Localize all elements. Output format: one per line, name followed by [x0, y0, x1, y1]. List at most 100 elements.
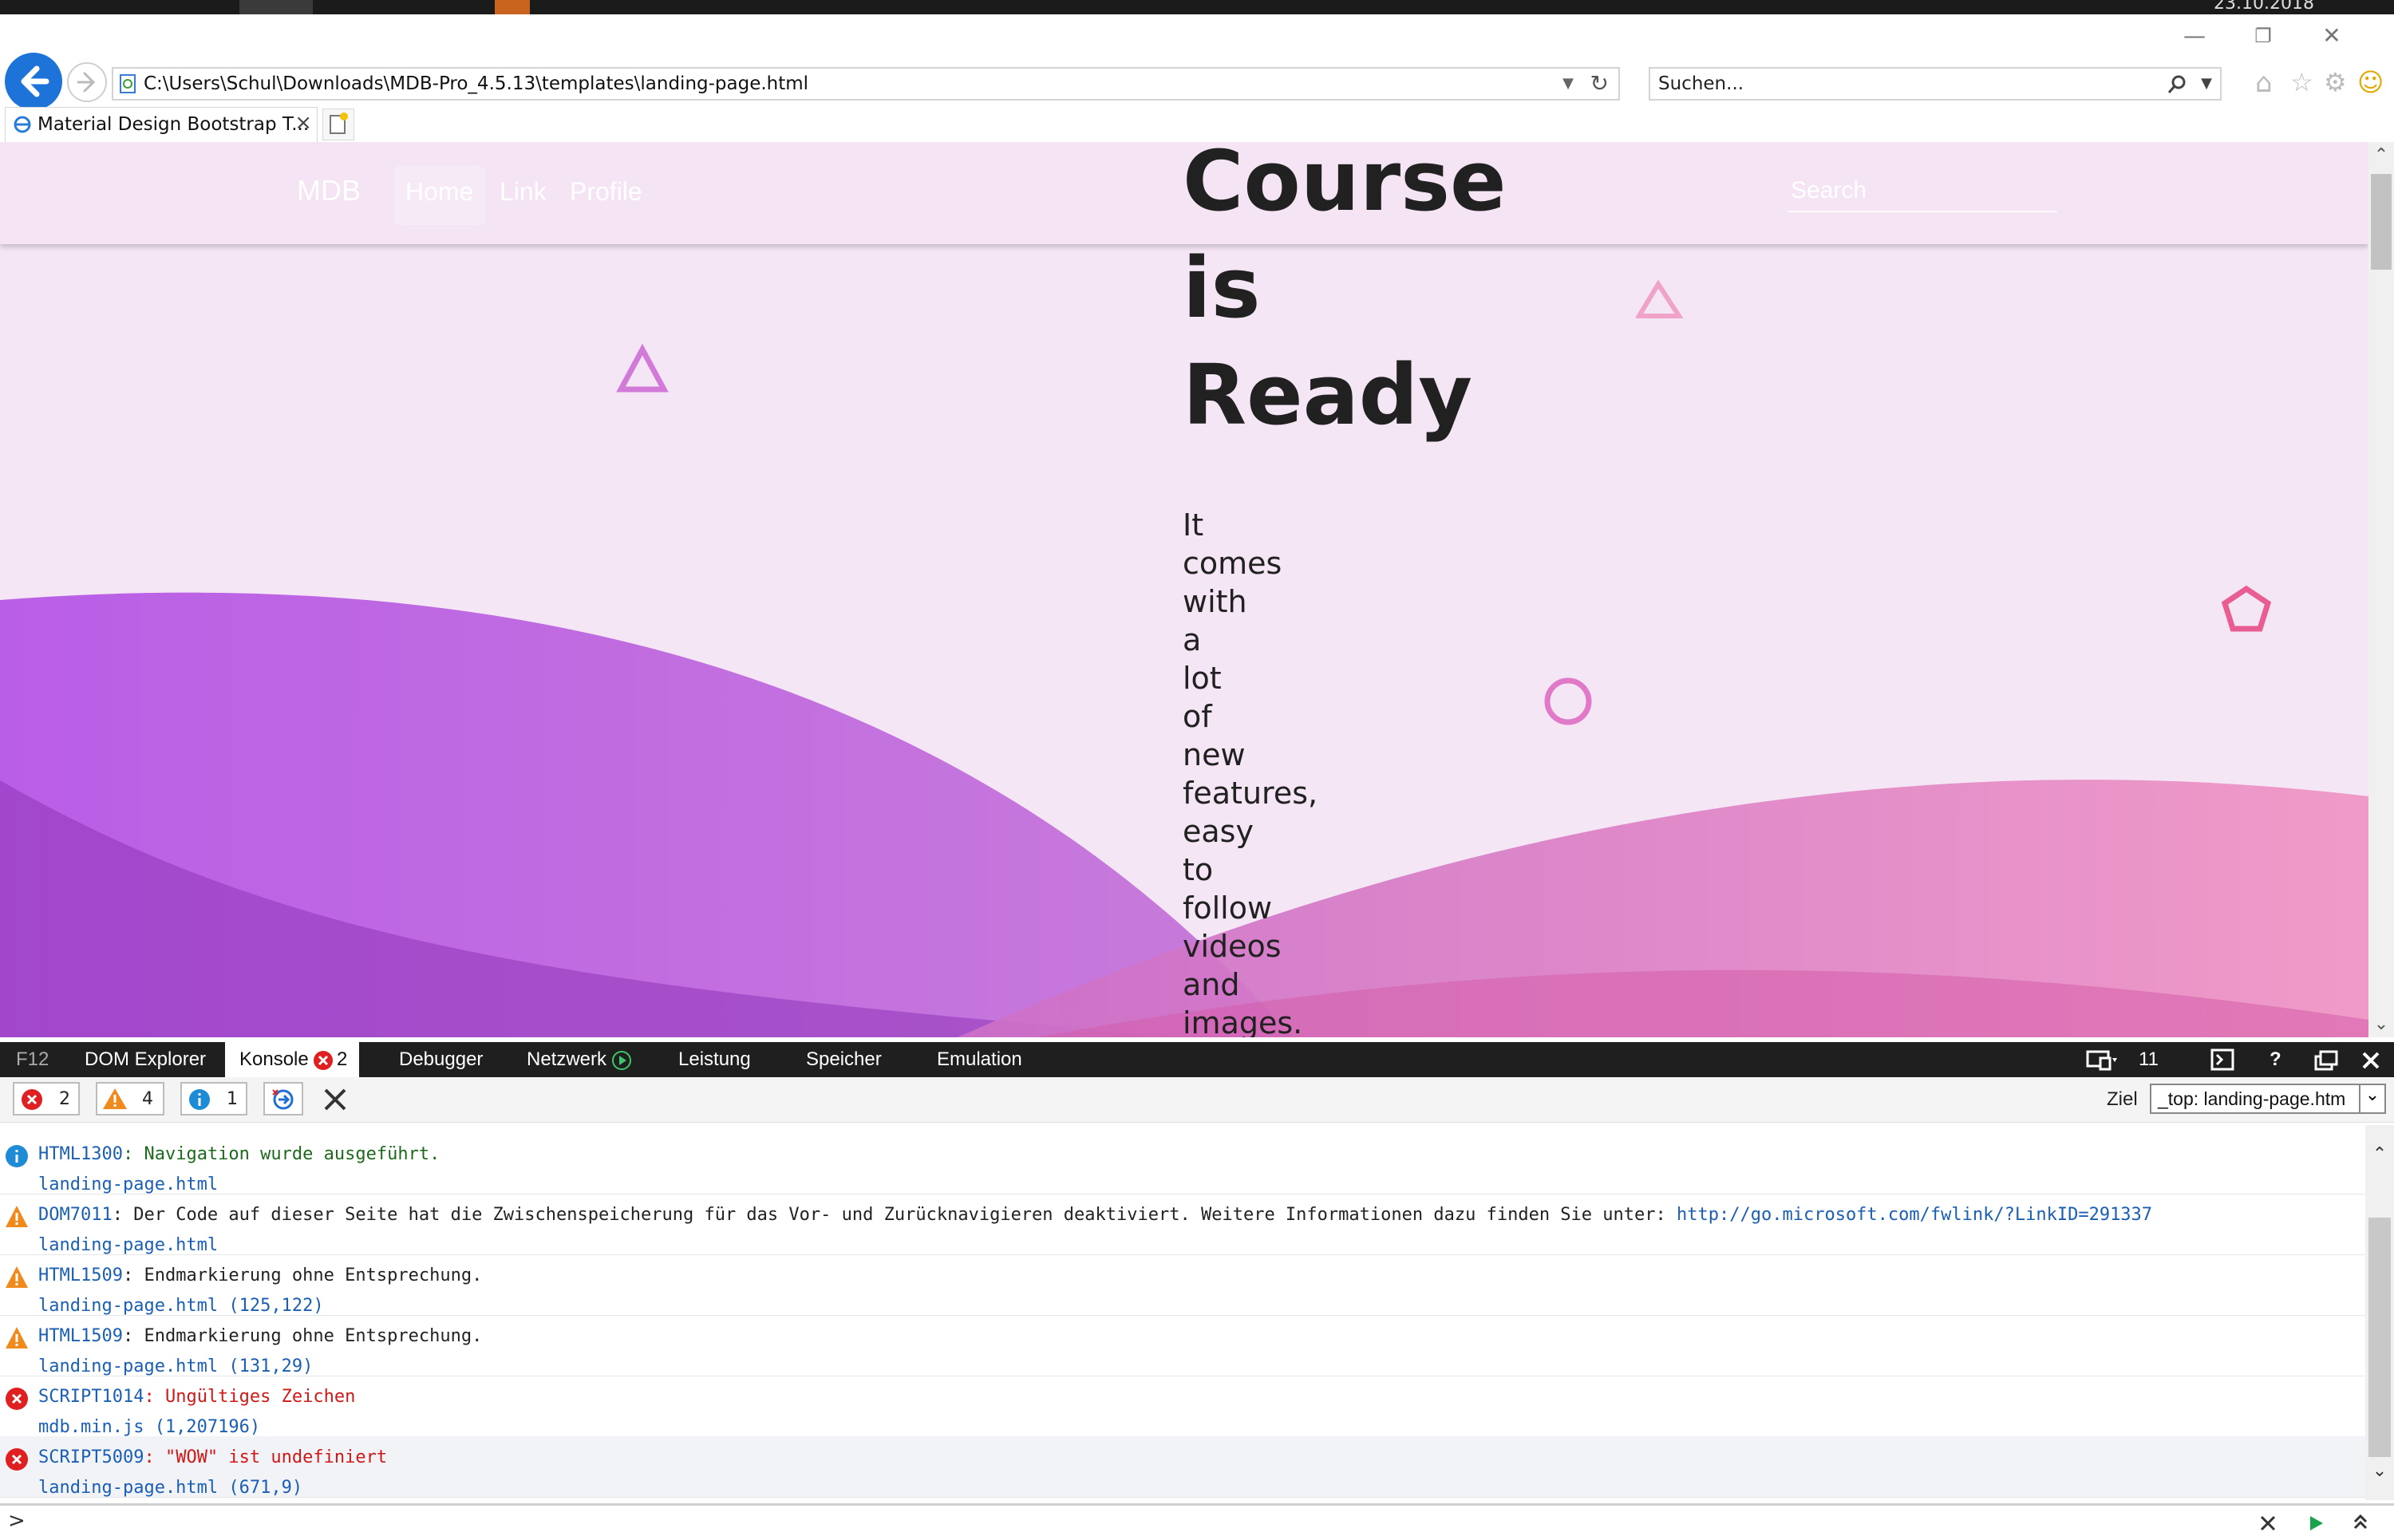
- console-scrollbar[interactable]: ⌃ ⌄: [2365, 1125, 2394, 1500]
- expand-input-icon[interactable]: [2351, 1512, 2370, 1533]
- filter-errors-button[interactable]: 2: [13, 1082, 80, 1116]
- nav-link-link[interactable]: Link: [500, 177, 547, 207]
- info-icon: [189, 1089, 210, 1110]
- tab-console-label: Konsole: [239, 1048, 309, 1070]
- help-icon[interactable]: ?: [2270, 1048, 2281, 1071]
- warning-count: 4: [142, 1089, 153, 1109]
- tab-console[interactable]: Konsole 2: [225, 1042, 359, 1077]
- arrow-left-icon: [21, 65, 49, 97]
- error-icon: [314, 1051, 333, 1070]
- address-bar[interactable]: C:\Users\Schul\Downloads\MDB-Pro_4.5.13\…: [112, 67, 1620, 101]
- forward-button[interactable]: [67, 62, 107, 102]
- target-label: Ziel: [2107, 1088, 2138, 1110]
- hero-word: a: [1183, 622, 1202, 657]
- clear-console-icon[interactable]: [322, 1087, 348, 1112]
- scroll-down-icon[interactable]: ⌄: [2368, 1014, 2394, 1034]
- address-dropdown-icon[interactable]: ▼: [1562, 75, 1574, 92]
- entry-code: HTML1509: [38, 1326, 123, 1346]
- arrow-right-icon: [77, 72, 96, 93]
- new-tab-button[interactable]: [322, 109, 354, 140]
- hero-word: videos: [1183, 929, 1282, 964]
- scroll-up-icon[interactable]: ⌃: [2368, 145, 2394, 165]
- target-select[interactable]: _top: landing-page.htm ⌄: [2150, 1084, 2386, 1114]
- page-scroll-thumb[interactable]: [2371, 174, 2392, 270]
- tab-dom-explorer[interactable]: DOM Explorer: [85, 1048, 206, 1071]
- hero-word: images.: [1183, 1005, 1303, 1037]
- hero-word: comes: [1183, 546, 1282, 581]
- search-dropdown-icon[interactable]: ▼: [2201, 75, 2212, 92]
- refresh-icon[interactable]: ↻: [1590, 70, 1609, 97]
- tab-debugger[interactable]: Debugger: [399, 1048, 483, 1071]
- network-record-icon[interactable]: [611, 1050, 632, 1071]
- console-prompt: >: [8, 1509, 26, 1533]
- close-devtools-icon[interactable]: [2360, 1050, 2381, 1071]
- navbar-search-input[interactable]: Search: [1788, 176, 2057, 212]
- console-output: HTML1300: Navigation wurde ausgeführt. l…: [0, 1125, 2365, 1500]
- page-icon: [120, 74, 136, 93]
- navbar-brand[interactable]: MDB: [297, 174, 361, 207]
- entry-code: DOM7011: [38, 1205, 113, 1225]
- address-text: C:\Users\Schul\Downloads\MDB-Pro_4.5.13\…: [144, 73, 809, 94]
- home-icon[interactable]: ⌂: [2255, 67, 2273, 99]
- minimize-icon[interactable]: —: [2171, 18, 2218, 54]
- console-toggle-icon[interactable]: [2210, 1048, 2234, 1071]
- filter-info-button[interactable]: 1: [180, 1082, 247, 1116]
- console-input-bar[interactable]: >: [0, 1503, 2394, 1540]
- entry-source-link[interactable]: landing-page.html (131,29): [38, 1356, 313, 1376]
- favorites-icon[interactable]: ☆: [2290, 67, 2313, 97]
- close-window-icon[interactable]: ✕: [2308, 18, 2356, 54]
- clear-input-icon[interactable]: [2258, 1514, 2277, 1533]
- tab-performance[interactable]: Leistung: [678, 1048, 751, 1071]
- entry-source-link[interactable]: mdb.min.js (1,207196): [38, 1417, 260, 1437]
- console-scroll-thumb[interactable]: [2368, 1218, 2391, 1457]
- entry-message: "WOW" ist undefiniert: [164, 1447, 388, 1467]
- scroll-up-icon[interactable]: ⌃: [2365, 1144, 2394, 1164]
- taskbar-clock: 23.10.2018: [2214, 0, 2314, 14]
- browser-tab[interactable]: Material Design Bootstrap T... ×: [5, 107, 318, 142]
- entry-source-link[interactable]: landing-page.html: [38, 1235, 218, 1255]
- restore-icon[interactable]: ❐: [2239, 18, 2287, 54]
- tab-network[interactable]: Netzwerk: [527, 1048, 606, 1071]
- search-icon[interactable]: [2166, 73, 2188, 96]
- nav-link-home[interactable]: Home: [405, 177, 473, 207]
- run-icon[interactable]: [2306, 1514, 2325, 1533]
- document-mode-number: 11: [2139, 1048, 2159, 1070]
- circle-shape: [1544, 677, 1592, 725]
- target-value: _top: landing-page.htm: [2158, 1088, 2346, 1109]
- hero-word: follow: [1183, 890, 1273, 926]
- entry-source-link[interactable]: landing-page.html (671,9): [38, 1478, 302, 1498]
- warning-icon: [103, 1088, 127, 1109]
- console-error-count: 2: [337, 1048, 348, 1070]
- chevron-down-icon[interactable]: ⌄: [2359, 1085, 2384, 1112]
- console-entry: SCRIPT1014: Ungültiges Zeichen mdb.min.j…: [0, 1376, 2365, 1437]
- scroll-down-icon[interactable]: ⌄: [2365, 1461, 2394, 1481]
- gear-icon[interactable]: ⚙: [2324, 67, 2347, 97]
- entry-source-link[interactable]: landing-page.html: [38, 1175, 218, 1194]
- hero-title-line: Ready: [1183, 346, 1473, 444]
- back-button[interactable]: [5, 53, 62, 110]
- triangle-shape: [616, 343, 669, 393]
- page-scrollbar[interactable]: ⌃ ⌄: [2368, 142, 2394, 1037]
- clear-on-navigate-button[interactable]: [263, 1082, 303, 1116]
- hero-text: It comes with a lot of new features, eas…: [1183, 506, 1422, 1037]
- nav-link-profile[interactable]: Profile: [570, 177, 642, 207]
- tab-emulation[interactable]: Emulation: [937, 1048, 1022, 1071]
- triangle-shape: [1636, 279, 1684, 318]
- new-tab-icon: [330, 113, 348, 134]
- smiley-icon[interactable]: ☺: [2357, 67, 2384, 97]
- entry-code: SCRIPT5009: [38, 1447, 144, 1467]
- error-icon: [6, 1388, 28, 1410]
- entry-help-link[interactable]: http://go.microsoft.com/fwlink/?LinkID=2…: [1677, 1205, 2152, 1225]
- error-icon: [6, 1448, 28, 1471]
- taskbar-item[interactable]: [495, 0, 530, 14]
- tab-memory[interactable]: Speicher: [806, 1048, 882, 1071]
- entry-source-link[interactable]: landing-page.html (125,122): [38, 1296, 324, 1316]
- search-box[interactable]: Suchen... ▼: [1649, 67, 2222, 101]
- tab-close-icon[interactable]: ×: [294, 111, 312, 135]
- search-placeholder: Suchen...: [1658, 73, 1744, 94]
- document-mode-icon[interactable]: [2086, 1048, 2118, 1072]
- taskbar-item[interactable]: [239, 0, 313, 14]
- undock-icon[interactable]: [2314, 1050, 2338, 1071]
- hero-word: features,: [1183, 776, 1318, 811]
- filter-warnings-button[interactable]: 4: [96, 1082, 164, 1116]
